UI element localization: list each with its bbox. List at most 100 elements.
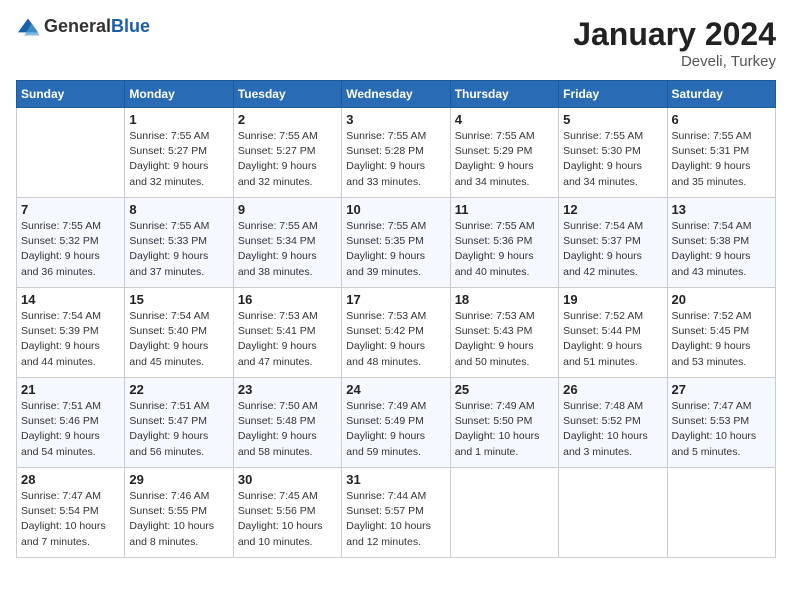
calendar-cell: 27Sunrise: 7:47 AMSunset: 5:53 PMDayligh… [667,378,775,468]
calendar-cell: 13 Sunrise: 7:54 AMSunset: 5:38 PMDayligh… [667,198,775,288]
calendar-cell: 17 Sunrise: 7:53 AMSunset: 5:42 PMDayligh… [342,288,450,378]
day-info: Sunrise: 7:49 AMSunset: 5:49 PMDaylight:… [346,399,445,460]
calendar-week-row: 28 Sunrise: 7:47 AMSunset: 5:54 PMDayligh… [17,468,776,558]
logo-text: GeneralBlue [44,16,150,37]
calendar-week-row: 7 Sunrise: 7:55 AMSunset: 5:32 PMDaylight… [17,198,776,288]
calendar-table: SundayMondayTuesdayWednesdayThursdayFrid… [16,80,776,558]
day-number: 29 [129,472,228,487]
day-number: 3 [346,112,445,127]
day-info: Sunrise: 7:55 AMSunset: 5:27 PMDaylight:… [129,129,228,190]
day-number: 27 [672,382,771,397]
calendar-cell: 22 Sunrise: 7:51 AMSunset: 5:47 PMDayligh… [125,378,233,468]
day-number: 16 [238,292,337,307]
day-number: 24 [346,382,445,397]
day-info: Sunrise: 7:54 AMSunset: 5:39 PMDaylight:… [21,309,120,370]
day-number: 23 [238,382,337,397]
calendar-cell: 31 Sunrise: 7:44 AMSunset: 5:57 PMDayligh… [342,468,450,558]
day-number: 13 [672,202,771,217]
day-info: Sunrise: 7:55 AMSunset: 5:29 PMDaylight:… [455,129,554,190]
day-info: Sunrise: 7:48 AMSunset: 5:52 PMDaylight:… [563,399,662,460]
day-info: Sunrise: 7:53 AMSunset: 5:42 PMDaylight:… [346,309,445,370]
calendar-cell: 28 Sunrise: 7:47 AMSunset: 5:54 PMDayligh… [17,468,125,558]
day-info: Sunrise: 7:47 AMSunset: 5:54 PMDaylight:… [21,489,120,550]
day-number: 26 [563,382,662,397]
logo-icon [16,17,40,37]
day-number: 25 [455,382,554,397]
day-number: 28 [21,472,120,487]
day-number: 14 [21,292,120,307]
page-header: GeneralBlue January 2024 Develi, Turkey [16,16,776,70]
calendar-cell: 23 Sunrise: 7:50 AMSunset: 5:48 PMDayligh… [233,378,341,468]
day-info: Sunrise: 7:53 AMSunset: 5:41 PMDaylight:… [238,309,337,370]
calendar-cell: 24 Sunrise: 7:49 AMSunset: 5:49 PMDayligh… [342,378,450,468]
logo-blue: Blue [111,16,150,36]
day-number: 10 [346,202,445,217]
weekday-header: Friday [559,81,667,108]
day-number: 21 [21,382,120,397]
day-number: 20 [672,292,771,307]
calendar-cell [667,468,775,558]
day-number: 22 [129,382,228,397]
calendar-cell: 26 Sunrise: 7:48 AMSunset: 5:52 PMDayligh… [559,378,667,468]
calendar-cell: 1 Sunrise: 7:55 AMSunset: 5:27 PMDaylight… [125,108,233,198]
calendar-cell: 14 Sunrise: 7:54 AMSunset: 5:39 PMDayligh… [17,288,125,378]
calendar-cell: 8Sunrise: 7:55 AMSunset: 5:33 PMDaylight… [125,198,233,288]
location: Develi, Turkey [573,53,776,70]
weekday-header: Sunday [17,81,125,108]
calendar-cell: 5Sunrise: 7:55 AMSunset: 5:30 PMDaylight… [559,108,667,198]
calendar-cell: 18Sunrise: 7:53 AMSunset: 5:43 PMDayligh… [450,288,558,378]
calendar-cell: 10 Sunrise: 7:55 AMSunset: 5:35 PMDayligh… [342,198,450,288]
day-number: 9 [238,202,337,217]
day-info: Sunrise: 7:55 AMSunset: 5:35 PMDaylight:… [346,219,445,280]
day-number: 15 [129,292,228,307]
day-info: Sunrise: 7:50 AMSunset: 5:48 PMDaylight:… [238,399,337,460]
calendar-cell [450,468,558,558]
day-number: 31 [346,472,445,487]
calendar-week-row: 14 Sunrise: 7:54 AMSunset: 5:39 PMDayligh… [17,288,776,378]
calendar-cell: 16 Sunrise: 7:53 AMSunset: 5:41 PMDayligh… [233,288,341,378]
calendar-week-row: 1 Sunrise: 7:55 AMSunset: 5:27 PMDaylight… [17,108,776,198]
day-info: Sunrise: 7:49 AMSunset: 5:50 PMDaylight:… [455,399,554,460]
day-number: 4 [455,112,554,127]
day-info: Sunrise: 7:55 AMSunset: 5:34 PMDaylight:… [238,219,337,280]
day-info: Sunrise: 7:54 AMSunset: 5:37 PMDaylight:… [563,219,662,280]
day-info: Sunrise: 7:54 AMSunset: 5:38 PMDaylight:… [672,219,771,280]
weekday-row: SundayMondayTuesdayWednesdayThursdayFrid… [17,81,776,108]
day-number: 6 [672,112,771,127]
day-number: 17 [346,292,445,307]
calendar-cell: 29Sunrise: 7:46 AMSunset: 5:55 PMDayligh… [125,468,233,558]
month-title: January 2024 [573,16,776,53]
day-info: Sunrise: 7:52 AMSunset: 5:44 PMDaylight:… [563,309,662,370]
day-number: 12 [563,202,662,217]
calendar-cell: 2Sunrise: 7:55 AMSunset: 5:27 PMDaylight… [233,108,341,198]
calendar-cell [559,468,667,558]
day-info: Sunrise: 7:53 AMSunset: 5:43 PMDaylight:… [455,309,554,370]
logo: GeneralBlue [16,16,150,37]
day-info: Sunrise: 7:55 AMSunset: 5:31 PMDaylight:… [672,129,771,190]
calendar-cell: 30Sunrise: 7:45 AMSunset: 5:56 PMDayligh… [233,468,341,558]
calendar-cell: 6 Sunrise: 7:55 AMSunset: 5:31 PMDaylight… [667,108,775,198]
day-info: Sunrise: 7:55 AMSunset: 5:28 PMDaylight:… [346,129,445,190]
weekday-header: Tuesday [233,81,341,108]
day-info: Sunrise: 7:55 AMSunset: 5:33 PMDaylight:… [129,219,228,280]
calendar-cell: 15Sunrise: 7:54 AMSunset: 5:40 PMDayligh… [125,288,233,378]
calendar-cell: 4 Sunrise: 7:55 AMSunset: 5:29 PMDaylight… [450,108,558,198]
day-info: Sunrise: 7:55 AMSunset: 5:36 PMDaylight:… [455,219,554,280]
calendar-week-row: 21 Sunrise: 7:51 AMSunset: 5:46 PMDayligh… [17,378,776,468]
calendar-cell: 19 Sunrise: 7:52 AMSunset: 5:44 PMDayligh… [559,288,667,378]
day-info: Sunrise: 7:45 AMSunset: 5:56 PMDaylight:… [238,489,337,550]
day-info: Sunrise: 7:55 AMSunset: 5:32 PMDaylight:… [21,219,120,280]
day-info: Sunrise: 7:51 AMSunset: 5:46 PMDaylight:… [21,399,120,460]
day-number: 19 [563,292,662,307]
weekday-header: Thursday [450,81,558,108]
title-block: January 2024 Develi, Turkey [573,16,776,70]
weekday-header: Monday [125,81,233,108]
weekday-header: Wednesday [342,81,450,108]
day-number: 1 [129,112,228,127]
calendar-cell [17,108,125,198]
day-number: 11 [455,202,554,217]
logo-general: General [44,16,111,36]
day-info: Sunrise: 7:44 AMSunset: 5:57 PMDaylight:… [346,489,445,550]
day-info: Sunrise: 7:51 AMSunset: 5:47 PMDaylight:… [129,399,228,460]
day-number: 7 [21,202,120,217]
